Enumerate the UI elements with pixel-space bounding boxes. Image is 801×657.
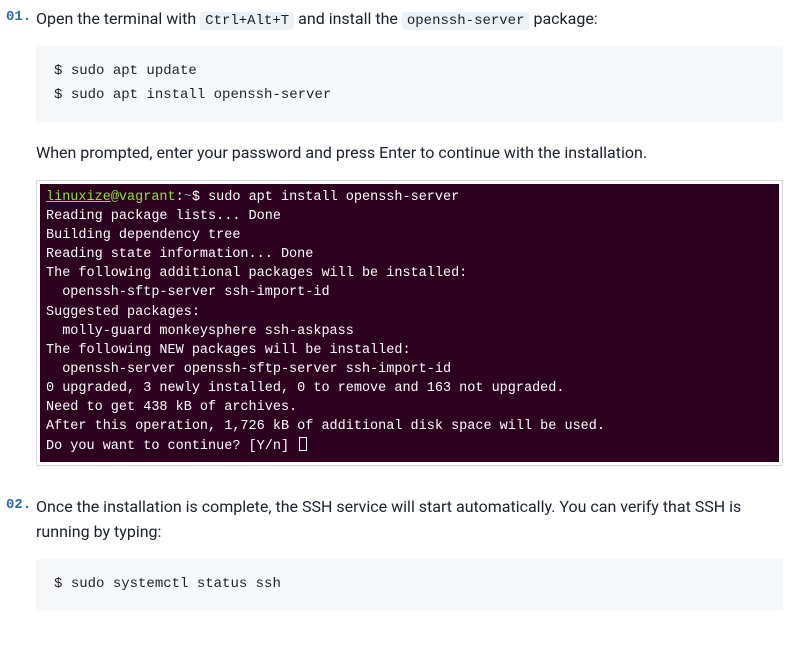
terminal-path: ~ (184, 190, 192, 205)
step-2: Once the installation is complete, the S… (6, 494, 783, 611)
terminal-line: molly-guard monkeysphere ssh-askpass (46, 324, 354, 339)
text-fragment: package: (529, 9, 597, 28)
code-line: sudo systemctl status ssh (54, 573, 765, 597)
terminal-line: Reading state information... Done (46, 247, 313, 262)
terminal-line: Do you want to continue? [Y/n] (46, 439, 297, 454)
step-2-intro: Once the installation is complete, the S… (36, 494, 783, 545)
code-block-status[interactable]: sudo systemctl status ssh (36, 559, 783, 611)
step-1-intro: Open the terminal with Ctrl+Alt+T and in… (36, 6, 783, 32)
code-line: sudo apt install openssh-server (54, 84, 765, 108)
terminal-line: The following NEW packages will be insta… (46, 343, 411, 358)
terminal-line: The following additional packages will b… (46, 266, 467, 281)
terminal-line: openssh-sftp-server ssh-import-id (46, 285, 330, 300)
inline-code: openssh-server (402, 12, 530, 30)
step-1: Open the terminal with Ctrl+Alt+T and in… (6, 6, 783, 466)
terminal-line: Building dependency tree (46, 228, 240, 243)
terminal-line: Need to get 438 kB of archives. (46, 400, 297, 415)
text-fragment: Open the terminal with (36, 9, 200, 28)
terminal-line: After this operation, 1,726 kB of additi… (46, 419, 605, 434)
terminal-screenshot: linuxize@vagrant:~$ sudo apt install ope… (36, 180, 783, 466)
terminal-line: Suggested packages: (46, 305, 200, 320)
cursor-icon (299, 437, 307, 451)
code-line: sudo apt update (54, 60, 765, 84)
terminal-user: linuxize@vagrant (46, 190, 176, 205)
terminal-line: Reading package lists... Done (46, 209, 281, 224)
terminal-command: sudo apt install openssh-server (208, 190, 459, 205)
keyboard-shortcut: Ctrl+Alt+T (200, 12, 294, 30)
terminal-output: linuxize@vagrant:~$ sudo apt install ope… (40, 184, 779, 462)
text-fragment: and install the (294, 9, 402, 28)
terminal-line: 0 upgraded, 3 newly installed, 0 to remo… (46, 381, 564, 396)
code-block-install[interactable]: sudo apt updatesudo apt install openssh-… (36, 46, 783, 122)
step-1-followup: When prompted, enter your password and p… (36, 140, 783, 166)
terminal-line: openssh-server openssh-sftp-server ssh-i… (46, 362, 451, 377)
instruction-list: Open the terminal with Ctrl+Alt+T and in… (6, 6, 783, 611)
